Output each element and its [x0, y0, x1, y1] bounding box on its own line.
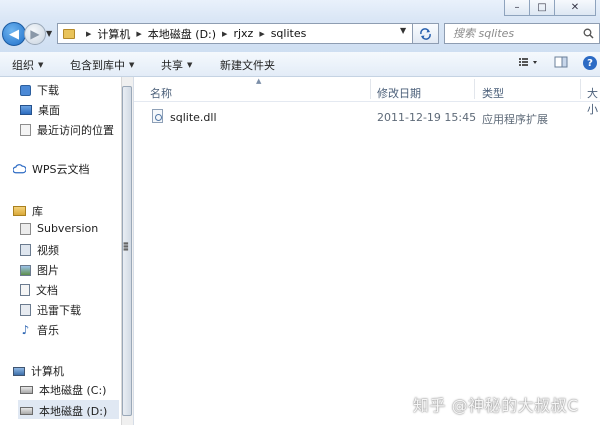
breadcrumb-separator-icon[interactable]: ▶ — [86, 30, 91, 38]
hard-drive-icon — [20, 386, 33, 394]
refresh-button[interactable] — [413, 23, 439, 44]
nav-item-library[interactable]: 库 — [13, 203, 43, 219]
column-divider[interactable] — [580, 79, 581, 99]
column-divider[interactable] — [370, 79, 371, 99]
back-button[interactable]: ◀ — [2, 22, 26, 46]
refresh-icon — [420, 27, 431, 40]
chevron-down-icon: ▼ — [129, 61, 135, 69]
breadcrumb-sqlites[interactable]: sqlites — [271, 27, 307, 40]
nav-label: 迅雷下载 — [37, 304, 81, 317]
subversion-icon — [20, 222, 31, 235]
share-menu[interactable]: 共享 ▼ — [161, 57, 192, 73]
column-name[interactable]: 名称 — [150, 85, 172, 101]
chevron-down-icon: ▼ — [187, 61, 193, 69]
nav-label: 桌面 — [38, 104, 60, 117]
video-library-icon — [20, 244, 31, 256]
breadcrumb-rjxz[interactable]: rjxz — [233, 27, 253, 40]
chevron-down-icon: ▼ — [38, 61, 44, 69]
file-modified: 2011-12-19 15:45 — [377, 111, 477, 124]
download-folder-icon — [20, 84, 31, 96]
nav-item-videos[interactable]: 视频 — [20, 242, 59, 258]
nav-label: 计算机 — [31, 365, 64, 378]
breadcrumb-separator-icon[interactable]: ▶ — [136, 30, 141, 38]
file-name[interactable]: sqlite.dll — [170, 111, 217, 124]
close-button[interactable]: ✕ — [554, 0, 596, 16]
thunder-download-icon — [20, 304, 31, 316]
nav-item-computer[interactable]: 计算机 — [13, 363, 64, 379]
preview-pane-icon — [554, 56, 568, 68]
new-folder-button[interactable]: 新建文件夹 — [220, 57, 275, 73]
organize-menu[interactable]: 组织 ▼ — [12, 57, 43, 73]
nav-label: 库 — [32, 205, 43, 218]
computer-icon — [13, 366, 25, 376]
nav-item-drive-d[interactable]: 本地磁盘 (D:) — [20, 403, 107, 419]
search-box[interactable] — [444, 23, 600, 44]
nav-label: 视频 — [37, 244, 59, 257]
hard-drive-icon — [20, 407, 33, 415]
file-type: 应用程序扩展 — [482, 113, 548, 126]
column-type[interactable]: 类型 — [482, 85, 504, 101]
nav-item-subversion[interactable]: Subversion — [20, 222, 98, 235]
recent-pages-dropdown[interactable]: ▼ — [46, 29, 56, 39]
view-list-icon — [519, 58, 537, 66]
document-library-icon — [20, 284, 30, 296]
nav-label: 图片 — [37, 264, 59, 277]
nav-item-recent-places[interactable]: 最近访问的位置 — [20, 122, 114, 138]
watermark: 知乎 @神秘的大叔叔C — [413, 396, 579, 415]
forward-button[interactable]: ▶ — [24, 23, 46, 45]
preview-pane-button[interactable] — [554, 56, 568, 71]
desktop-icon — [20, 105, 32, 115]
nav-item-music[interactable]: ♪ 音乐 — [20, 322, 59, 338]
nav-item-pictures[interactable]: 图片 — [20, 262, 59, 278]
folder-icon — [63, 28, 75, 39]
search-input[interactable] — [453, 27, 583, 40]
search-icon — [583, 28, 594, 39]
column-divider[interactable] — [474, 79, 475, 99]
nav-label: Subversion — [37, 222, 99, 235]
organize-label: 组织 — [12, 59, 34, 72]
breadcrumb-separator-icon[interactable]: ▶ — [259, 30, 264, 38]
nav-label: 文档 — [36, 284, 58, 297]
nav-item-downloads[interactable]: 下载 — [20, 82, 59, 98]
nav-label: 本地磁盘 (C:) — [39, 384, 107, 397]
new-folder-label: 新建文件夹 — [220, 59, 275, 72]
change-view-button[interactable] — [518, 56, 542, 71]
help-button[interactable]: ? — [583, 56, 597, 70]
nav-item-documents[interactable]: 文档 — [20, 282, 58, 298]
music-note-icon: ♪ — [21, 323, 30, 337]
nav-label: 最近访问的位置 — [37, 124, 114, 137]
nav-item-thunder-downloads[interactable]: 迅雷下载 — [20, 302, 81, 318]
breadcrumb-drive-d[interactable]: 本地磁盘 (D:) — [148, 26, 216, 42]
library-icon — [13, 206, 26, 216]
nav-label: 音乐 — [37, 324, 59, 337]
breadcrumb-computer[interactable]: 计算机 — [97, 26, 130, 42]
column-modified[interactable]: 修改日期 — [377, 85, 421, 101]
address-bar[interactable]: ▶ 计算机 ▶ 本地磁盘 (D:) ▶ rjxz ▶ sqlites — [57, 23, 413, 44]
address-history-dropdown[interactable]: ▼ — [400, 26, 406, 35]
recent-places-icon — [20, 124, 31, 136]
picture-library-icon — [20, 264, 31, 276]
nav-label: 下载 — [37, 84, 59, 97]
include-in-library-label: 包含到库中 — [70, 59, 125, 72]
nav-item-desktop[interactable]: 桌面 — [20, 102, 60, 118]
cloud-icon — [13, 164, 26, 174]
dll-file-icon — [152, 109, 163, 123]
nav-label: 本地磁盘 (D:) — [39, 405, 108, 418]
window-controls: – □ ✕ — [504, 0, 596, 18]
maximize-button[interactable]: □ — [529, 0, 555, 16]
nav-label: WPS云文档 — [32, 163, 90, 176]
breadcrumb-separator-icon[interactable]: ▶ — [222, 30, 227, 38]
nav-item-drive-c[interactable]: 本地磁盘 (C:) — [20, 382, 106, 398]
include-in-library-menu[interactable]: 包含到库中 ▼ — [70, 57, 134, 73]
sort-ascending-icon: ▲ — [256, 77, 262, 85]
scrollbar-grip-icon: ▬ ▬ ▬ — [123, 240, 129, 253]
column-header-row — [134, 77, 600, 102]
share-label: 共享 — [161, 59, 183, 72]
nav-item-wps-cloud[interactable]: WPS云文档 — [13, 161, 90, 177]
minimize-button[interactable]: – — [504, 0, 530, 16]
